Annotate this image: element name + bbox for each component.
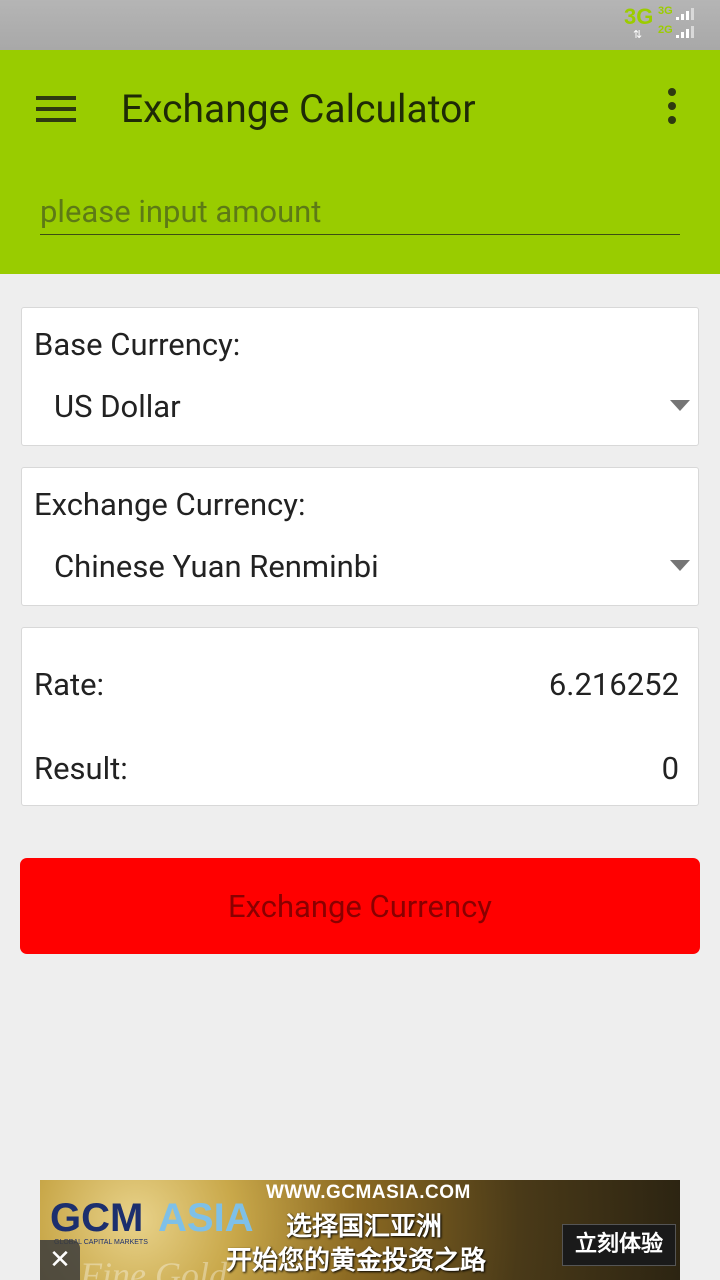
ad-watermark: Fine Gold bbox=[80, 1255, 227, 1280]
exchange-currency-selected: Chinese Yuan Renminbi bbox=[54, 548, 379, 585]
exchange-currency-dropdown[interactable]: Chinese Yuan Renminbi bbox=[22, 548, 698, 604]
sim2-signal-icon bbox=[676, 26, 694, 38]
base-currency-label: Base Currency: bbox=[34, 326, 241, 363]
sim1-network-label: 3G bbox=[658, 5, 673, 17]
base-currency-card: Base Currency: US Dollar bbox=[21, 307, 699, 446]
amount-input[interactable] bbox=[40, 188, 680, 235]
app-bar: Exchange Calculator bbox=[0, 50, 720, 274]
dropdown-arrow-icon bbox=[670, 400, 690, 411]
hamburger-menu-icon[interactable] bbox=[36, 96, 76, 122]
network-type-indicator: 3G bbox=[624, 4, 654, 29]
close-icon[interactable]: ✕ bbox=[40, 1240, 80, 1280]
sim1-signal-icon bbox=[676, 8, 694, 20]
ad-cta-button[interactable]: 立刻体验 bbox=[562, 1224, 676, 1266]
data-activity-icon: ⇅ bbox=[633, 28, 643, 41]
results-card: Rate: 6.216252 Result: 0 bbox=[21, 627, 699, 806]
ad-logo-gcm: GCM bbox=[50, 1196, 144, 1240]
exchange-currency-label: Exchange Currency: bbox=[34, 486, 306, 523]
ad-banner[interactable]: Fine Gold WWW.GCMASIA.COM GCM ASIA GLOBA… bbox=[40, 1180, 680, 1280]
dropdown-arrow-icon bbox=[670, 560, 690, 571]
base-currency-dropdown[interactable]: US Dollar bbox=[22, 388, 698, 444]
ad-logo-asia: ASIA bbox=[158, 1196, 254, 1240]
rate-value: 6.216252 bbox=[548, 666, 679, 703]
ad-headline: 选择国汇亚洲 bbox=[286, 1212, 443, 1242]
app-title: Exchange Calculator bbox=[121, 86, 476, 132]
exchange-currency-button[interactable]: Exchange Currency bbox=[20, 858, 700, 954]
ad-url: WWW.GCMASIA.COM bbox=[266, 1182, 471, 1203]
ad-subheadline: 开始您的黄金投资之路 bbox=[226, 1246, 487, 1276]
result-label: Result: bbox=[34, 750, 128, 787]
result-value: 0 bbox=[661, 750, 679, 787]
base-currency-selected: US Dollar bbox=[54, 388, 181, 425]
rate-label: Rate: bbox=[34, 666, 105, 703]
sim2-network-label: 2G bbox=[658, 24, 673, 36]
status-bar: 3G ⇅ 3G 2G bbox=[0, 0, 720, 50]
exchange-currency-card: Exchange Currency: Chinese Yuan Renminbi bbox=[21, 467, 699, 606]
more-vertical-icon[interactable] bbox=[666, 88, 678, 124]
